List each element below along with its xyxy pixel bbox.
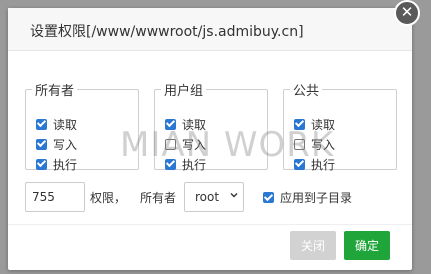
confirm-button[interactable]: 确定 [344, 231, 390, 260]
apply-subdirectories-checkbox[interactable] [263, 192, 274, 203]
owner-execute-checkbox[interactable] [36, 158, 47, 170]
owner-label: 所有者 [140, 191, 177, 205]
close-icon[interactable]: ✕ [394, 0, 420, 26]
group-group-legend: 用户组 [164, 84, 204, 99]
dialog-title-bar: 设置权限[/www/wwwroot/js.admibuy.cn] [8, 8, 412, 51]
watermark: MIAN WORK [120, 125, 335, 165]
permission-value-input[interactable] [25, 182, 85, 212]
permission-label: 权限， [90, 191, 127, 205]
owner-write-checkbox[interactable] [36, 138, 47, 150]
owner-execute-option[interactable]: 执行 [36, 156, 77, 172]
close-button[interactable]: 关闭 [290, 231, 336, 260]
public-group-legend: 公共 [293, 84, 320, 99]
footer-divider [8, 224, 412, 225]
owner-execute-label: 执行 [53, 157, 78, 172]
apply-subdirectories-label: 应用到子目录 [280, 191, 353, 205]
permission-dialog: 设置权限[/www/wwwroot/js.admibuy.cn] 所有者 读取 … [8, 8, 412, 270]
owner-write-option[interactable]: 写入 [36, 136, 77, 152]
owner-group-legend: 所有者 [35, 84, 75, 99]
chevron-down-icon [230, 193, 238, 198]
owner-write-label: 写入 [53, 137, 78, 152]
dialog-title: 设置权限[/www/wwwroot/js.admibuy.cn] [30, 24, 304, 40]
owner-select[interactable]: root [184, 182, 244, 212]
owner-read-label: 读取 [53, 117, 78, 132]
owner-select-value: root [195, 190, 220, 204]
owner-read-option[interactable]: 读取 [36, 116, 77, 132]
apply-subdirectories-option[interactable]: 应用到子目录 [263, 189, 352, 206]
owner-read-checkbox[interactable] [36, 118, 47, 130]
